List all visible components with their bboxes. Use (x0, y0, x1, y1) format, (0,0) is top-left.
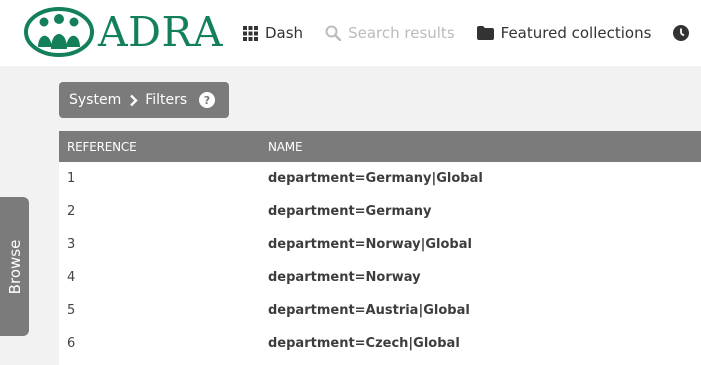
chevron-right-icon (129, 94, 138, 107)
folder-icon (476, 26, 494, 40)
table-header-row: REFERENCE NAME (59, 131, 701, 162)
cell-reference: 5 (67, 303, 76, 318)
clock-icon (673, 25, 690, 41)
column-header-reference[interactable]: REFERENCE (59, 131, 260, 162)
top-header: ADRA Dash Search results Featured collec… (0, 0, 701, 66)
browse-tab-label: Browse (5, 239, 24, 294)
table-row[interactable]: 5 department=Austria|Global (59, 294, 701, 327)
adra-logo[interactable]: ADRA (24, 6, 223, 58)
cell-reference: 2 (67, 204, 76, 219)
table-row[interactable]: 4 department=Norway (59, 261, 701, 294)
svg-text:?: ? (204, 94, 210, 107)
cell-name[interactable]: department=Germany|Global (260, 162, 701, 195)
cell-reference: 1 (67, 171, 76, 186)
grid-icon (243, 25, 258, 41)
breadcrumb: System Filters ? (59, 82, 230, 118)
cell-name[interactable]: department=Austria|Global (260, 294, 701, 327)
search-icon (325, 25, 342, 41)
browse-tab[interactable]: Browse (0, 197, 29, 336)
table-row[interactable]: 6 department=Czech|Global (59, 327, 701, 360)
cell-name[interactable]: department=Norway|Global (260, 228, 701, 261)
table-row[interactable]: 3 department=Norway|Global (59, 228, 701, 261)
nav-recent[interactable] (673, 25, 696, 41)
nav-featured-collections-label: Featured collections (500, 24, 652, 42)
filters-table: REFERENCE NAME 1 department=Germany|Glob… (59, 131, 701, 360)
cell-name[interactable]: department=Czech|Global (260, 327, 701, 360)
nav-featured-collections[interactable]: Featured collections (476, 24, 652, 42)
logo-text: ADRA (98, 7, 223, 56)
breadcrumb-filters[interactable]: Filters (145, 92, 187, 108)
cell-reference: 3 (67, 237, 76, 252)
cell-name[interactable]: department=Germany (260, 195, 701, 228)
table-row[interactable]: 2 department=Germany (59, 195, 701, 228)
cell-reference: 4 (67, 270, 76, 285)
main-nav: Dash Search results Featured collections (243, 0, 701, 66)
column-header-name[interactable]: NAME (260, 131, 701, 162)
breadcrumb-system[interactable]: System (69, 92, 121, 108)
nav-dash-label: Dash (265, 24, 304, 42)
nav-search-results-label: Search results (348, 24, 455, 42)
nav-dash[interactable]: Dash (243, 24, 303, 42)
nav-search-results[interactable]: Search results (325, 24, 455, 42)
filters-table-container: REFERENCE NAME 1 department=Germany|Glob… (59, 131, 701, 365)
cell-reference: 6 (67, 336, 76, 351)
help-circle-icon[interactable]: ? (199, 92, 216, 108)
table-row[interactable]: 1 department=Germany|Global (59, 162, 701, 195)
cell-name[interactable]: department=Norway (260, 261, 701, 294)
adra-logo-icon (24, 7, 94, 57)
